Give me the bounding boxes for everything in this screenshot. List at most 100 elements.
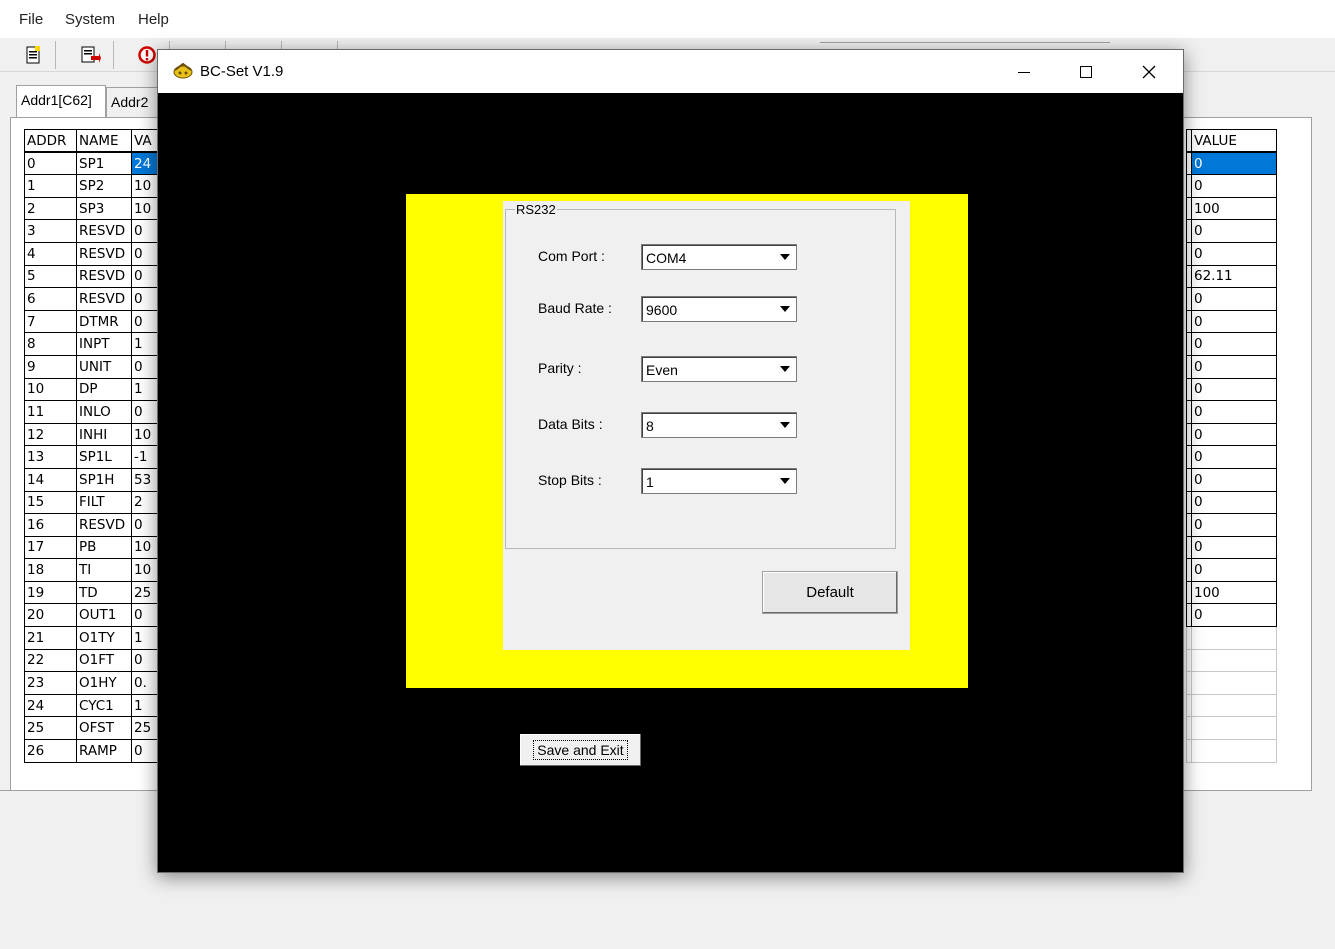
cell-value[interactable]: 0 <box>1191 377 1277 402</box>
cell-name[interactable]: DP <box>76 377 132 402</box>
cell-addr[interactable]: 7 <box>24 309 77 334</box>
cell-name[interactable]: SP1L <box>76 445 132 469</box>
table-row[interactable]: 62.11 <box>1186 264 1277 289</box>
cell-value[interactable] <box>1191 739 1277 763</box>
chevron-down-icon[interactable] <box>775 358 795 380</box>
cell-name[interactable]: RESVD <box>76 219 132 243</box>
save-and-exit-button[interactable]: Save and Exit <box>519 733 642 767</box>
table-row[interactable]: 13 SP1L -1 <box>24 445 162 469</box>
table-row[interactable]: 3 RESVD 0 <box>24 219 162 243</box>
cell-addr[interactable]: 4 <box>24 241 77 266</box>
cell-value[interactable]: 0 <box>1191 287 1277 311</box>
table-row[interactable]: 0 <box>1186 513 1277 537</box>
table-row[interactable]: 5 RESVD 0 <box>24 264 162 289</box>
table-row[interactable]: 21 O1TY 1 <box>24 626 162 650</box>
table-row[interactable]: 10 DP 1 <box>24 377 162 402</box>
cell-value[interactable]: 0 <box>1191 467 1277 492</box>
cell-addr[interactable]: 24 <box>24 693 77 718</box>
table-row[interactable] <box>1186 648 1277 673</box>
table-row[interactable]: 0 <box>1186 309 1277 334</box>
table-row[interactable]: 0 <box>1186 422 1277 447</box>
cell-addr[interactable]: 18 <box>24 558 77 582</box>
chevron-down-icon[interactable] <box>775 470 795 492</box>
cell-addr[interactable]: 22 <box>24 648 77 673</box>
table-row[interactable]: 0 <box>1186 377 1277 402</box>
new-document-icon[interactable] <box>10 41 56 69</box>
cell-value[interactable] <box>1191 648 1277 673</box>
cell-name[interactable]: RESVD <box>76 264 132 289</box>
table-row[interactable] <box>1186 716 1277 741</box>
cell-addr[interactable]: 9 <box>24 354 77 379</box>
table-row[interactable]: 4 RESVD 0 <box>24 241 162 266</box>
cell-addr[interactable]: 6 <box>24 287 77 311</box>
cell-value[interactable]: 0 <box>1191 558 1277 582</box>
cell-value[interactable] <box>1191 671 1277 695</box>
cell-addr[interactable]: 26 <box>24 739 77 763</box>
table-row[interactable]: 11 INLO 0 <box>24 400 162 424</box>
cell-name[interactable]: RESVD <box>76 513 132 537</box>
table-row[interactable]: 0 SP1 24 <box>24 151 162 176</box>
cell-addr[interactable]: 17 <box>24 535 77 560</box>
cell-name[interactable]: INPT <box>76 332 132 356</box>
cell-name[interactable]: FILT <box>76 490 132 515</box>
cell-addr[interactable]: 16 <box>24 513 77 537</box>
table-row[interactable]: 0 <box>1186 287 1277 311</box>
maximize-button[interactable] <box>1063 50 1109 93</box>
table-row[interactable] <box>1186 671 1277 695</box>
parity-select[interactable]: Even <box>641 356 797 382</box>
cell-addr[interactable]: 13 <box>24 445 77 469</box>
cell-value[interactable]: 0 <box>1191 174 1277 198</box>
table-row[interactable]: 15 FILT 2 <box>24 490 162 515</box>
cell-addr[interactable]: 20 <box>24 603 77 628</box>
cell-name[interactable]: TD <box>76 580 132 605</box>
cell-value[interactable]: 62.11 <box>1191 264 1277 289</box>
table-row[interactable]: 100 <box>1186 196 1277 221</box>
table-row[interactable] <box>1186 693 1277 718</box>
cell-addr[interactable]: 23 <box>24 671 77 695</box>
table-row[interactable]: 19 TD 25 <box>24 580 162 605</box>
cell-value[interactable]: 0 <box>1191 354 1277 379</box>
cell-value[interactable] <box>1191 693 1277 718</box>
table-row[interactable]: 9 UNIT 0 <box>24 354 162 379</box>
cell-value[interactable]: 0 <box>1191 422 1277 447</box>
cell-value[interactable]: 0 <box>1191 445 1277 469</box>
table-row[interactable]: 0 <box>1186 558 1277 582</box>
table-row[interactable]: 12 INHI 10 <box>24 422 162 447</box>
cell-addr[interactable]: 5 <box>24 264 77 289</box>
cell-value[interactable] <box>1191 716 1277 741</box>
table-row[interactable]: 0 <box>1186 445 1277 469</box>
cell-name[interactable]: PB <box>76 535 132 560</box>
cell-value[interactable]: 0 <box>1191 241 1277 266</box>
table-row[interactable] <box>1186 626 1277 650</box>
table-row[interactable]: 14 SP1H 53 <box>24 467 162 492</box>
cell-name[interactable]: OFST <box>76 716 132 741</box>
table-row[interactable]: 8 INPT 1 <box>24 332 162 356</box>
table-row[interactable]: 0 <box>1186 354 1277 379</box>
table-row[interactable]: 100 <box>1186 580 1277 605</box>
chevron-down-icon[interactable] <box>775 246 795 268</box>
cell-addr[interactable]: 2 <box>24 196 77 221</box>
baud-rate-select[interactable]: 9600 <box>641 296 797 322</box>
chevron-down-icon[interactable] <box>775 414 795 436</box>
cell-value[interactable]: 0 <box>1191 309 1277 334</box>
cell-value[interactable]: 100 <box>1191 580 1277 605</box>
table-row[interactable]: 18 TI 10 <box>24 558 162 582</box>
cell-name[interactable]: O1FT <box>76 648 132 673</box>
export-icon[interactable] <box>68 41 114 69</box>
cell-value[interactable]: 100 <box>1191 196 1277 221</box>
cell-name[interactable]: SP2 <box>76 174 132 198</box>
table-row[interactable]: 0 <box>1186 603 1277 628</box>
cell-addr[interactable]: 21 <box>24 626 77 650</box>
cell-name[interactable]: RESVD <box>76 287 132 311</box>
data-bits-select[interactable]: 8 <box>641 412 797 438</box>
cell-addr[interactable]: 14 <box>24 467 77 492</box>
table-row[interactable] <box>1186 739 1277 763</box>
column-header-value[interactable]: VALUE <box>1191 129 1277 154</box>
table-row[interactable]: 22 O1FT 0 <box>24 648 162 673</box>
table-row[interactable]: 0 <box>1186 400 1277 424</box>
cell-name[interactable]: TI <box>76 558 132 582</box>
table-row[interactable]: 0 <box>1186 535 1277 560</box>
cell-addr[interactable]: 19 <box>24 580 77 605</box>
cell-name[interactable]: O1TY <box>76 626 132 650</box>
table-row[interactable]: 6 RESVD 0 <box>24 287 162 311</box>
